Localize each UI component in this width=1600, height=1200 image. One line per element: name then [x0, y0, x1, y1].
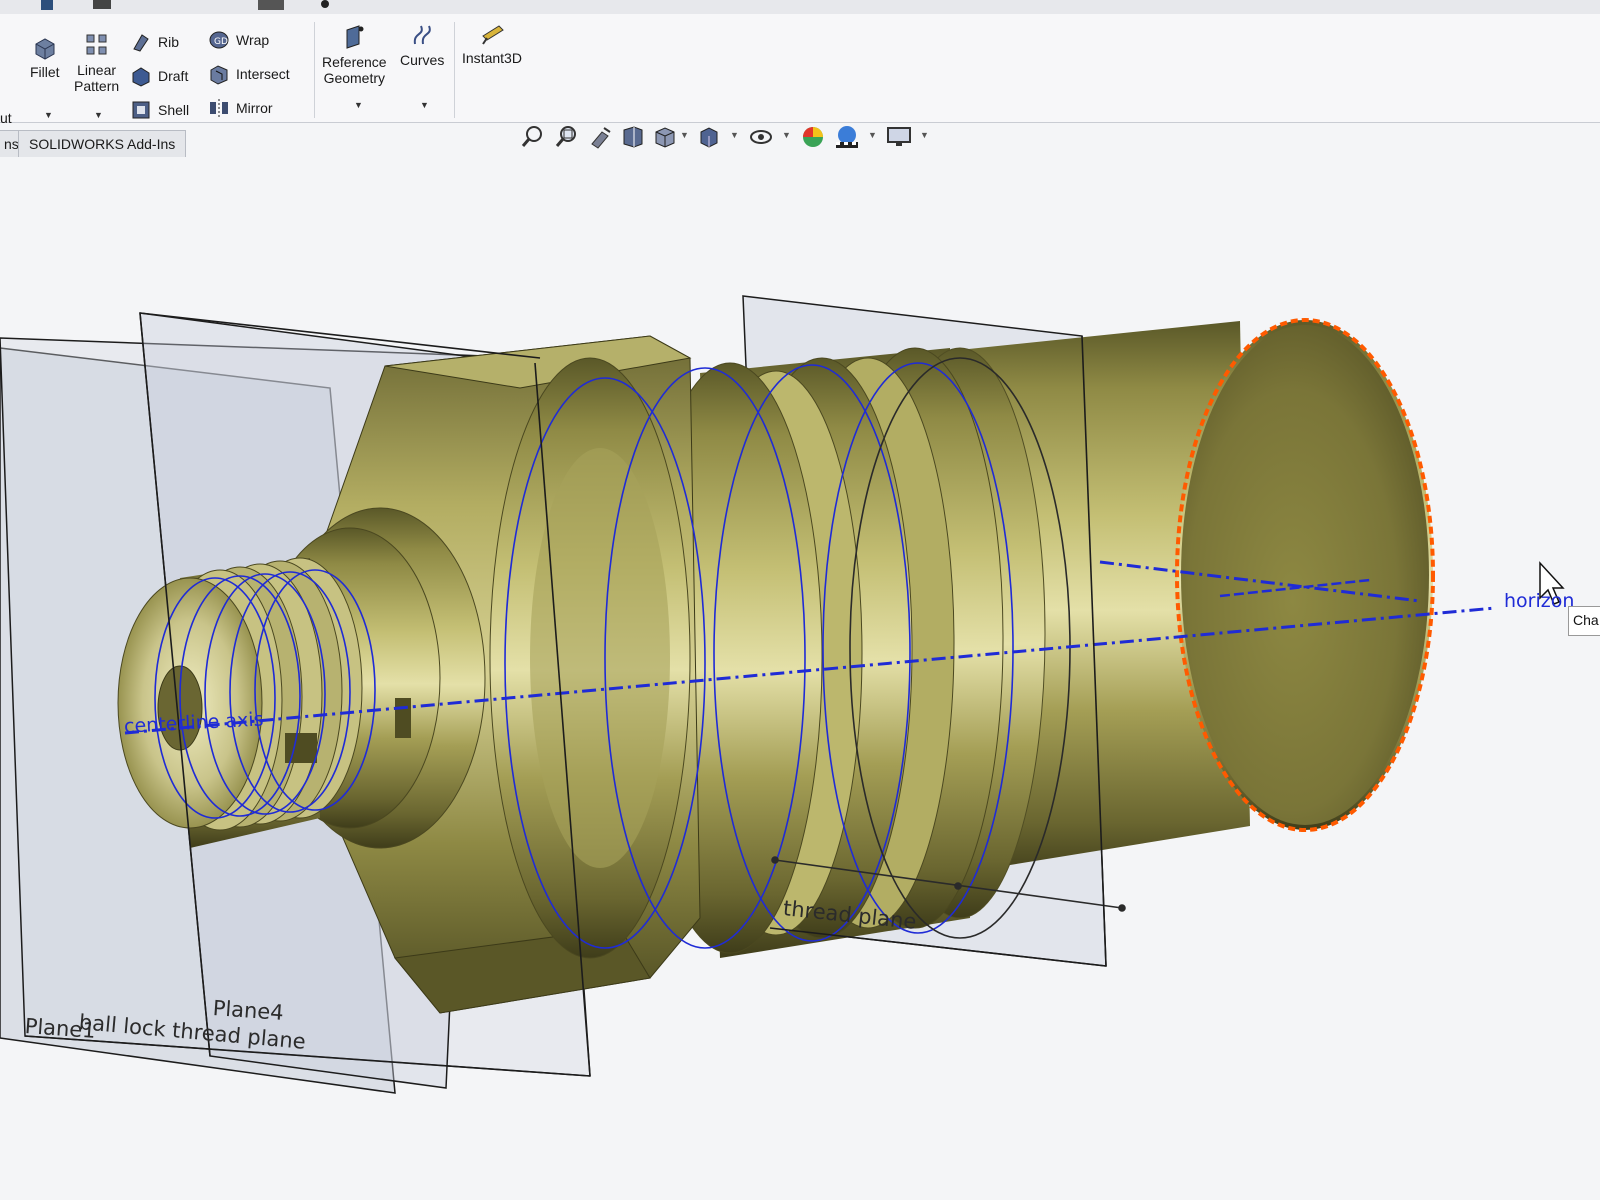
rib-icon: [133, 34, 149, 52]
display-style-caret[interactable]: ▼: [730, 130, 739, 140]
shell-label: Shell: [158, 102, 190, 118]
display-style-icon[interactable]: [696, 124, 722, 150]
save-icon[interactable]: [40, 0, 54, 10]
draft-button[interactable]: Draft: [130, 64, 188, 88]
shell-button[interactable]: Shell: [130, 98, 189, 122]
ribbon-separator: [314, 22, 315, 118]
reference-geometry-button[interactable]: Reference Geometry: [322, 24, 387, 86]
reference-geometry-dropdown-caret[interactable]: ▼: [354, 100, 363, 110]
mirror-button[interactable]: Mirror: [208, 96, 273, 120]
instant3d-icon: [482, 25, 504, 45]
draft-label: Draft: [158, 68, 189, 84]
linear-pattern-dropdown-caret[interactable]: ▼: [94, 110, 103, 120]
wrap-icon: GD: [209, 31, 229, 49]
curves-dropdown-caret[interactable]: ▼: [420, 100, 429, 110]
curves-label: Curves: [400, 52, 445, 68]
view-orientation-caret[interactable]: ▼: [680, 130, 689, 140]
tab-solidworks-add-ins[interactable]: SOLIDWORKS Add-Ins: [18, 130, 187, 157]
quick-access-toolbar: [0, 0, 1600, 15]
feature-ribbon: ut Fillet ▼ Linear Pattern ▼ Rib Draft S…: [0, 14, 1600, 126]
instant3d-label: Instant3D: [462, 50, 522, 66]
fillet-icon: [35, 38, 55, 60]
linear-pattern-button[interactable]: Linear Pattern: [74, 32, 119, 94]
select-icon[interactable]: [258, 0, 284, 10]
apply-scene-icon[interactable]: [834, 124, 860, 150]
apply-scene-caret[interactable]: ▼: [868, 130, 877, 140]
hide-show-icon[interactable]: [748, 124, 774, 150]
zoom-to-area-icon[interactable]: [554, 124, 580, 150]
svg-text:GD: GD: [214, 37, 228, 47]
hide-show-caret[interactable]: ▼: [782, 130, 791, 140]
reference-geometry-icon: [346, 25, 364, 49]
horizontal-axis-label[interactable]: horizon: [1504, 590, 1574, 612]
instant3d-button[interactable]: Instant3D: [462, 20, 522, 66]
wrap-button[interactable]: GD Wrap: [208, 28, 269, 52]
mirror-label: Mirror: [236, 100, 273, 116]
tooltip: Cha: [1568, 606, 1600, 636]
rib-label: Rib: [158, 34, 180, 50]
fillet-label: Fillet: [30, 64, 60, 80]
previous-view-icon[interactable]: [588, 124, 614, 150]
view-orientation-icon[interactable]: [652, 124, 678, 150]
intersect-label: Intersect: [236, 66, 290, 82]
draft-icon: [132, 67, 150, 87]
shell-icon: [132, 101, 150, 119]
view-settings-caret[interactable]: ▼: [920, 130, 929, 140]
options-icon[interactable]: [318, 0, 332, 10]
rib-button[interactable]: Rib: [130, 30, 179, 54]
linear-pattern-icon: [86, 34, 107, 55]
view-settings-icon[interactable]: [886, 124, 912, 150]
zoom-to-fit-icon[interactable]: [520, 124, 546, 150]
curves-button[interactable]: Curves: [400, 22, 444, 68]
extruded-cut-label[interactable]: ut: [0, 106, 12, 130]
edit-appearance-icon[interactable]: [800, 124, 826, 150]
ribbon-separator: [454, 22, 455, 118]
linear-pattern-label: Linear Pattern: [74, 62, 120, 94]
fillet-button[interactable]: Fillet: [30, 34, 60, 80]
print-icon[interactable]: [92, 0, 112, 10]
fillet-dropdown-caret[interactable]: ▼: [44, 110, 53, 120]
plane4-label[interactable]: Plane4: [212, 996, 284, 1025]
intersect-button[interactable]: Intersect: [208, 62, 290, 86]
curves-icon: [414, 25, 431, 45]
graphics-area[interactable]: centerline axis horizon Plane1 ball lock…: [0, 158, 1600, 1200]
heads-up-view-toolbar: ▼ ▼ ▼ ▼ ▼: [520, 120, 960, 154]
section-view-icon[interactable]: [620, 124, 646, 150]
mirror-icon: [210, 99, 228, 117]
wrap-label: Wrap: [236, 32, 270, 48]
tooltip-text: Cha: [1573, 612, 1599, 628]
intersect-icon: [210, 65, 228, 85]
reference-geometry-label: Reference Geometry: [322, 54, 387, 86]
